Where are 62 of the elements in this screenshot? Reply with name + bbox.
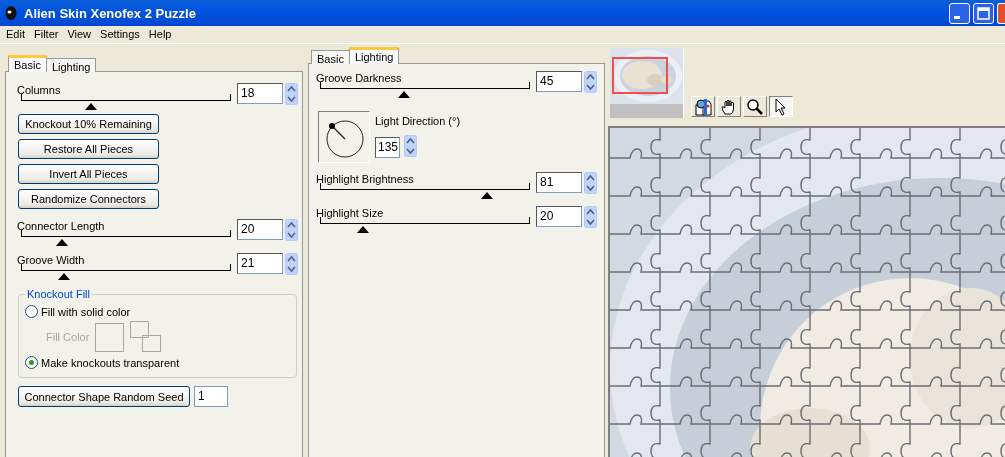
- pointer-icon: [774, 97, 788, 116]
- viewport-frame[interactable]: [612, 57, 668, 94]
- slider-thumb[interactable]: [481, 192, 494, 199]
- value-field[interactable]: 20: [237, 219, 283, 240]
- app-icon: [4, 5, 18, 21]
- close-button[interactable]: [997, 3, 1005, 24]
- menu-item[interactable]: View: [63, 26, 97, 43]
- spinner-icon[interactable]: [285, 219, 298, 241]
- slider-label: Highlight Size: [316, 207, 384, 219]
- slider-thumb[interactable]: [356, 226, 369, 233]
- slider-thumb[interactable]: [55, 239, 68, 246]
- value-field[interactable]: 21: [237, 253, 283, 274]
- minimize-icon: [954, 15, 960, 19]
- slider-label: Columns: [17, 84, 61, 96]
- tab[interactable]: Lighting: [348, 47, 400, 64]
- menu-item[interactable]: Filter: [29, 26, 64, 43]
- value-field[interactable]: 81: [536, 172, 582, 193]
- spinner-icon[interactable]: [285, 83, 298, 105]
- spinner-icon[interactable]: [584, 71, 597, 93]
- tab[interactable]: Basic: [8, 55, 47, 72]
- slider-label: Groove Darkness: [316, 72, 402, 84]
- slider-label: Groove Width: [17, 254, 85, 266]
- maximize-icon: [977, 7, 990, 20]
- slider-thumb[interactable]: [398, 91, 411, 98]
- action-button[interactable]: Restore All Pieces: [18, 139, 159, 159]
- window-title: Alien Skin Xenofex 2 Puzzle: [24, 5, 196, 21]
- value-field[interactable]: 135: [375, 136, 400, 158]
- value-field[interactable]: 20: [536, 206, 582, 227]
- slider-label: Connector Length: [17, 220, 105, 232]
- spinner-icon[interactable]: [285, 253, 298, 275]
- menu-item[interactable]: Edit: [2, 26, 30, 43]
- spinner-icon[interactable]: [404, 135, 417, 159]
- radio-icon[interactable]: [25, 305, 38, 318]
- field-label: Fill Color: [46, 331, 90, 343]
- search-icon: [746, 97, 764, 116]
- seed-field[interactable]: 1: [194, 386, 228, 407]
- radio-icon[interactable]: [25, 356, 38, 369]
- slider-label: Highlight Brightness: [316, 173, 414, 185]
- direction-dial[interactable]: [318, 111, 370, 163]
- tab[interactable]: Basic: [311, 50, 350, 64]
- radio-option[interactable]: Fill with solid color: [25, 305, 131, 318]
- maximize-button[interactable]: [973, 3, 994, 24]
- spinner-icon[interactable]: [584, 206, 597, 228]
- value-field[interactable]: 45: [536, 71, 582, 92]
- action-button[interactable]: Invert All Pieces: [18, 164, 159, 184]
- dial-label: Light Direction (°): [375, 115, 461, 127]
- spinner-icon[interactable]: [584, 172, 597, 194]
- seed-button[interactable]: Connector Shape Random Seed: [18, 386, 190, 407]
- color-swatch: [95, 322, 125, 352]
- tab[interactable]: Lighting: [45, 58, 97, 72]
- radio-option[interactable]: Make knockouts transparent: [25, 356, 180, 369]
- menu-item[interactable]: Settings: [96, 26, 145, 43]
- slider-thumb[interactable]: [57, 273, 70, 280]
- action-button[interactable]: Knockout 10% Remaining: [18, 114, 159, 134]
- swap-colors-icon[interactable]: [130, 321, 163, 353]
- value-field[interactable]: 18: [237, 83, 283, 104]
- tool-button[interactable]: [769, 96, 793, 117]
- minimize-button[interactable]: [949, 3, 970, 24]
- group-title: Knockout Fill: [25, 288, 92, 300]
- compare-icon: [693, 97, 713, 116]
- action-button[interactable]: Randomize Connectors: [18, 189, 159, 209]
- menu-item[interactable]: Help: [144, 26, 177, 43]
